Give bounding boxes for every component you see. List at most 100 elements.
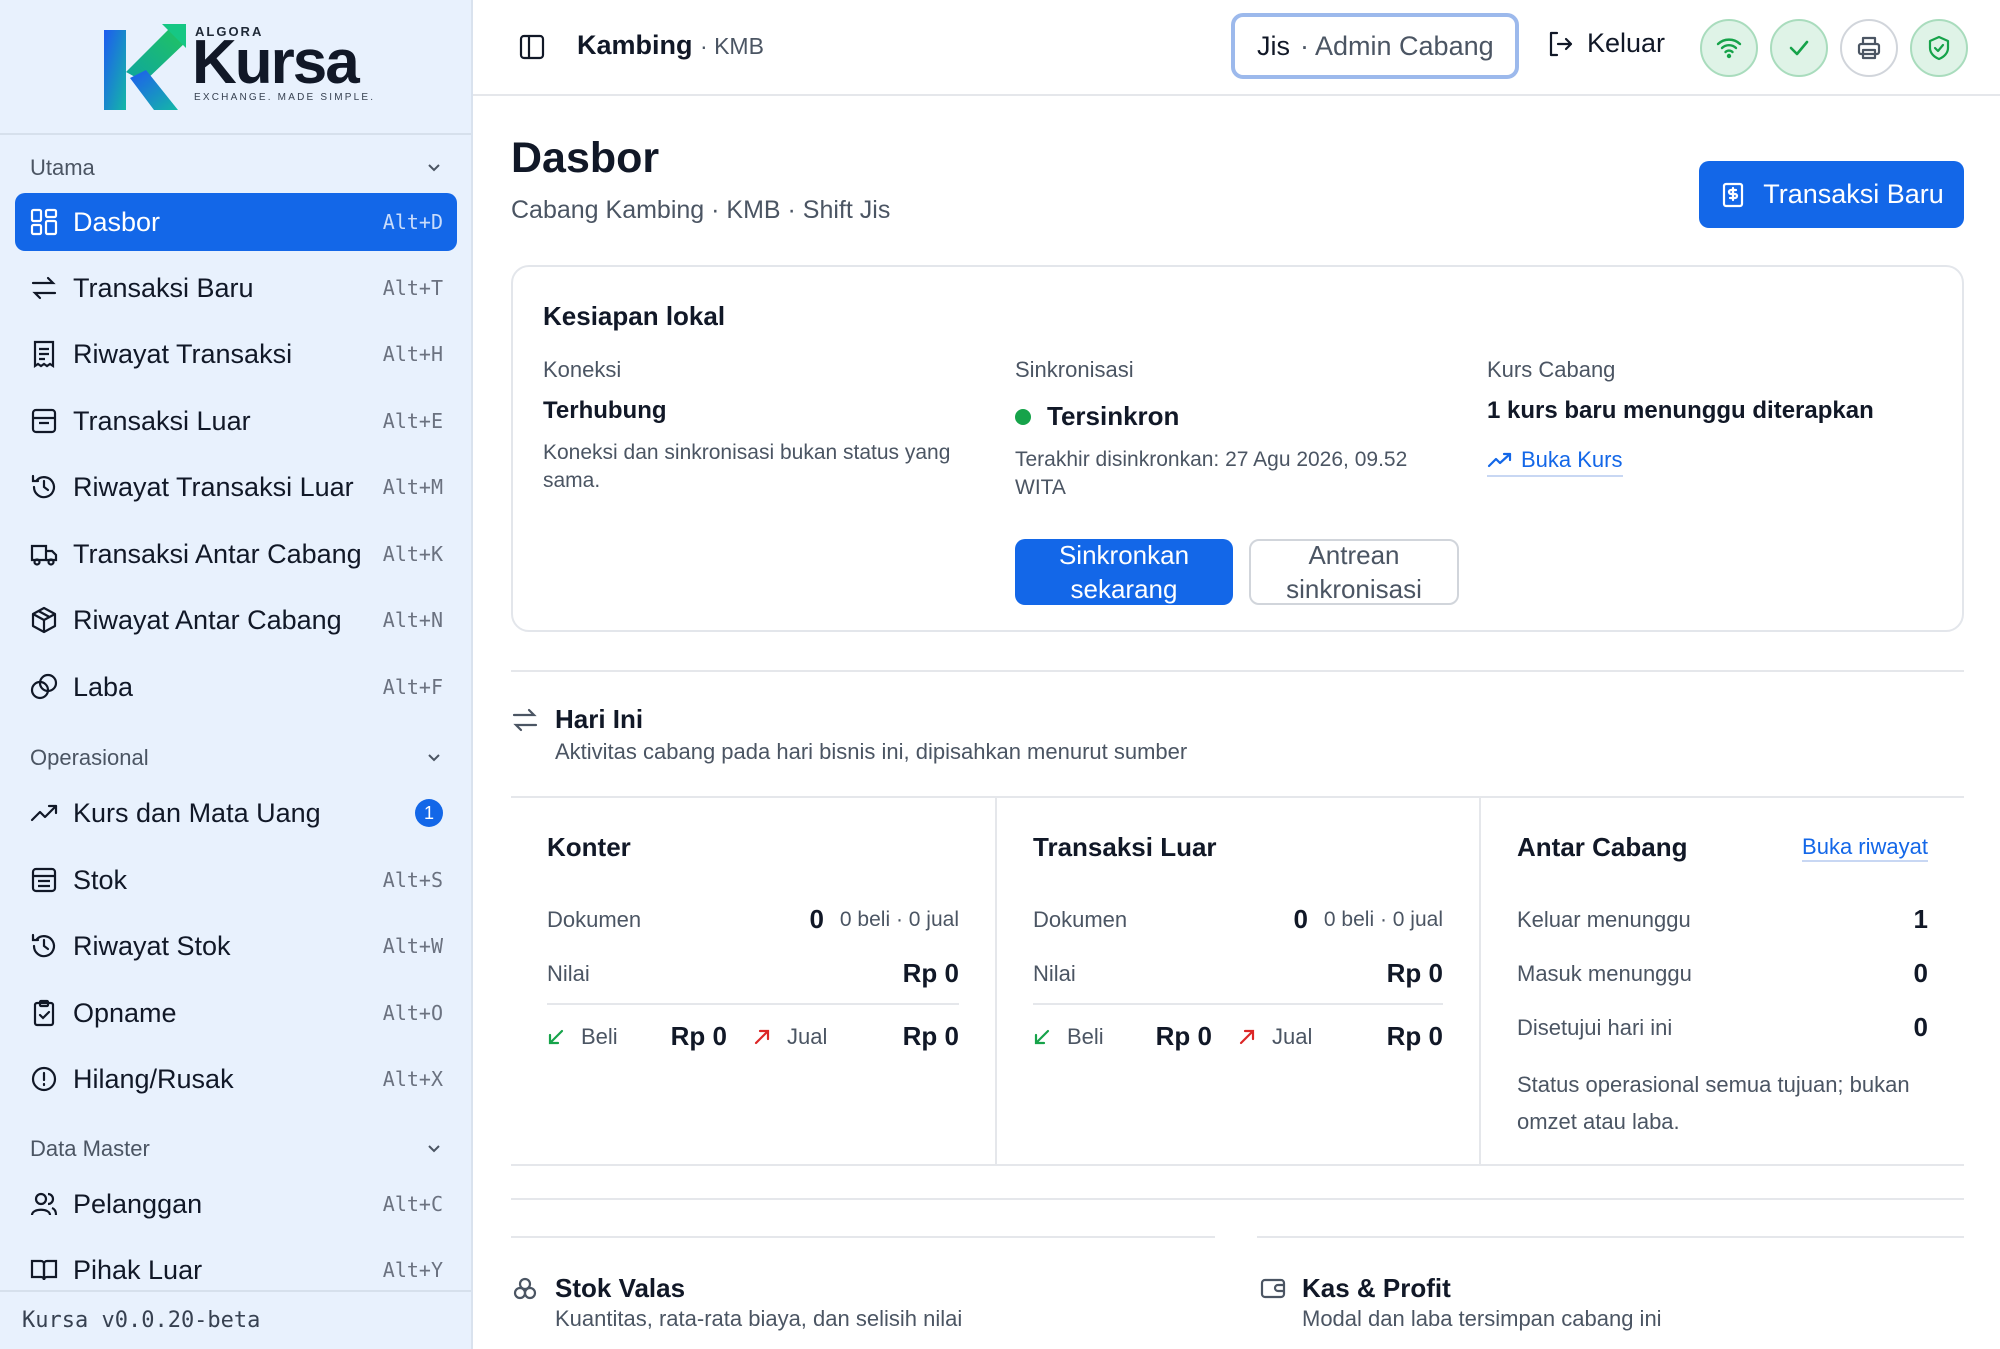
sidebar-item-riwayat-antar-cabang[interactable]: Riwayat Antar Cabang Alt+N: [15, 591, 457, 649]
shortcut-hint: Alt+X: [382, 1067, 443, 1091]
section-divider: [511, 1198, 1964, 1200]
sidebar-item-dasbor[interactable]: Dasbor Alt+D: [15, 193, 457, 251]
kursa-logo[interactable]: ALGORA Kursa EXCHANGE. MADE SIMPLE.: [100, 18, 380, 118]
open-rates-link[interactable]: Buka Kurs: [1487, 447, 1623, 477]
approved-label: Disetujui hari ini: [1517, 1014, 1673, 1040]
coins-stack-icon: [513, 1277, 537, 1300]
sidebar-toggle-icon[interactable]: [517, 32, 547, 62]
sidebar-item-pelanggan[interactable]: Pelanggan Alt+C: [15, 1175, 457, 1233]
shield-check-icon: [1928, 35, 1950, 61]
sidebar-item-laba[interactable]: Laba Alt+F: [15, 658, 457, 716]
user-name: Jis: [1257, 30, 1290, 61]
interbranch-note: Status operasional semua tujuan; bukan o…: [1517, 1072, 1910, 1134]
coins-icon: [30, 673, 58, 700]
branch-title: Kambing · KMB: [577, 30, 764, 61]
logout-button[interactable]: Keluar: [1545, 28, 1665, 59]
outgoing-label: Keluar menunggu: [1517, 906, 1691, 932]
topbar: Kambing · KMB Jis · Admin Cabang Keluar: [473, 0, 2000, 96]
divider: [1033, 1003, 1443, 1005]
shortcut-hint: Alt+O: [382, 1001, 443, 1025]
section-divider: [511, 670, 1964, 672]
sidebar-item-label: Stok: [73, 864, 128, 895]
user-menu[interactable]: Jis · Admin Cabang: [1231, 13, 1519, 79]
shortcut-hint: Alt+H: [382, 342, 443, 366]
history-icon: [31, 474, 56, 499]
buy-cell: Beli Rp 0: [547, 1021, 753, 1052]
external-panel: Transaksi Luar Dokumen 0 0 beli · 0 jual…: [995, 798, 1479, 1164]
receipt-icon: [33, 340, 55, 369]
value-amount: Rp 0: [1386, 958, 1443, 988]
sidebar-item-hilang-rusak[interactable]: Hilang/Rusak Alt+X: [15, 1050, 457, 1108]
connection-status-button[interactable]: [1700, 19, 1758, 77]
divider: [547, 1003, 959, 1005]
sidebar-item-transaksi-baru[interactable]: Transaksi Baru Alt+T: [15, 259, 457, 317]
sidebar-item-label: Dasbor: [73, 206, 161, 237]
outgoing-row: Keluar menunggu 1: [1517, 904, 1928, 935]
logout-icon: [1549, 31, 1573, 56]
shortcut-hint: Alt+D: [382, 210, 443, 234]
today-stats: Konter Dokumen 0 0 beli · 0 jual Nilai R…: [511, 796, 1964, 1166]
sidebar-item-kurs[interactable]: Kurs dan Mata Uang 1: [15, 784, 457, 842]
dollar-receipt-icon: [1723, 182, 1744, 207]
value-row: Nilai Rp 0: [1033, 958, 1443, 989]
section-utama[interactable]: Utama: [30, 152, 441, 184]
clipboard-check-icon: [33, 999, 55, 1027]
truck-icon: [30, 544, 58, 566]
sidebar-item-riwayat-transaksi[interactable]: Riwayat Transaksi Alt+H: [15, 325, 457, 383]
cash-subtitle: Modal dan laba tersimpan cabang ini: [1302, 1306, 1662, 1331]
chevron-down-icon: [428, 1145, 440, 1153]
sync-status-button[interactable]: [1770, 19, 1828, 77]
sync-queue-button[interactable]: Antrean sinkronisasi: [1249, 539, 1459, 605]
sync-label: Sinkronisasi: [1015, 357, 1134, 382]
open-rates-label: Buka Kurs: [1521, 447, 1623, 472]
approved-row: Disetujui hari ini 0: [1517, 1012, 1928, 1043]
sidebar-item-stok[interactable]: Stok Alt+S: [15, 851, 457, 909]
page-subtitle: Cabang Kambing · KMB · Shift Jis: [511, 196, 891, 224]
sidebar-item-label: Transaksi Antar Cabang: [73, 538, 362, 569]
docs-row: Dokumen 0 0 beli · 0 jual: [1033, 904, 1443, 935]
value-row: Nilai Rp 0: [547, 958, 959, 989]
docs-label: Dokumen: [547, 906, 642, 932]
rate-column: Kurs Cabang 1 kurs baru menunggu diterap…: [1487, 357, 1927, 477]
panel-title: Konter: [547, 832, 631, 862]
new-transaction-button[interactable]: Transaksi Baru: [1699, 161, 1964, 228]
page-title: Dasbor: [511, 134, 660, 182]
shortcut-hint: Alt+S: [382, 868, 443, 892]
security-status-button[interactable]: [1910, 19, 1968, 77]
docs-values: 0 0 beli · 0 jual: [809, 904, 959, 935]
connection-note: Koneksi dan sinkronisasi bukan status ya…: [543, 441, 951, 492]
sync-now-button[interactable]: Sinkronkan sekarang: [1015, 539, 1233, 605]
sidebar-item-label: Hilang/Rusak: [73, 1063, 234, 1094]
sidebar-item-label: Riwayat Transaksi Luar: [73, 471, 354, 502]
check-icon: [1789, 40, 1809, 56]
value-label: Nilai: [1033, 960, 1076, 986]
section-title: Operasional: [30, 745, 149, 770]
sidebar-item-label: Transaksi Luar: [73, 405, 251, 436]
kursa-logo-mark-icon: [104, 24, 186, 110]
shortcut-hint: Alt+T: [382, 276, 443, 300]
sidebar-item-transaksi-luar[interactable]: Transaksi Luar Alt+E: [15, 392, 457, 450]
swap-icon: [512, 708, 538, 732]
open-history-link[interactable]: Buka riwayat: [1802, 834, 1928, 862]
card-title: Kesiapan lokal: [543, 301, 726, 331]
section-data-master[interactable]: Data Master: [30, 1133, 441, 1165]
section-operasional[interactable]: Operasional: [30, 742, 441, 774]
sidebar-item-riwayat-stok[interactable]: Riwayat Stok Alt+W: [15, 917, 457, 975]
book-icon: [30, 1259, 58, 1281]
sidebar-item-opname[interactable]: Opname Alt+O: [15, 984, 457, 1042]
buy-amount: Rp 0: [1155, 1021, 1212, 1051]
sync-column: Sinkronisasi Tersinkron Terakhir disinkr…: [1015, 357, 1455, 502]
panel-title: Antar Cabang: [1517, 832, 1688, 862]
buy-cell: Beli Rp 0: [1033, 1021, 1238, 1052]
sidebar-item-label: Opname: [73, 997, 177, 1028]
printer-button[interactable]: [1840, 19, 1898, 77]
sidebar-item-label: Riwayat Stok: [73, 930, 231, 961]
rate-label: Kurs Cabang: [1487, 357, 1616, 382]
sidebar-item-riwayat-transaksi-luar[interactable]: Riwayat Transaksi Luar Alt+M: [15, 458, 457, 516]
docs-value: 0: [1293, 904, 1308, 934]
docs-breakdown: 0 beli · 0 jual: [839, 907, 959, 931]
docs-breakdown: 0 beli · 0 jual: [1323, 907, 1443, 931]
sidebar-item-transaksi-antar-cabang[interactable]: Transaksi Antar Cabang Alt+K: [15, 525, 457, 583]
buy-label: Beli: [581, 1023, 618, 1049]
trend-icon: [1487, 452, 1512, 468]
